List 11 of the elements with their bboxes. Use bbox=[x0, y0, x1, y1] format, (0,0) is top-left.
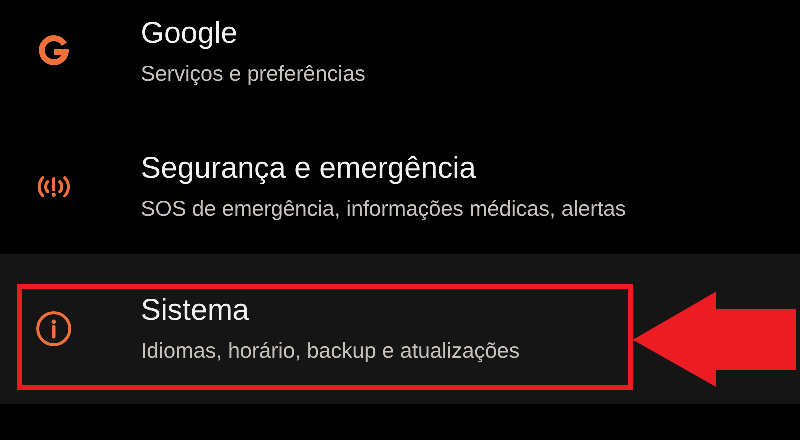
item-title: Segurança e emergência bbox=[141, 150, 478, 186]
item-subtitle: Idiomas, horário, backup e atualizações bbox=[141, 338, 520, 365]
settings-item[interactable]: Google Serviços e preferências bbox=[0, 0, 800, 119]
settings-item[interactable]: Segurança e emergência SOS de emergência, informações médicas, alertas bbox=[0, 119, 800, 254]
item-subtitle: SOS de emergência, informações médicas, alertas bbox=[141, 196, 626, 222]
item-subtitle: Serviços e preferências bbox=[141, 60, 366, 88]
settings-item[interactable]: Sistema Idiomas, horário, backup e atualizações bbox=[0, 254, 800, 404]
info-icon bbox=[34, 309, 74, 349]
pointing-arrow-icon bbox=[633, 292, 796, 387]
item-title: Sistema bbox=[141, 293, 250, 329]
item-title: Google bbox=[141, 16, 239, 52]
